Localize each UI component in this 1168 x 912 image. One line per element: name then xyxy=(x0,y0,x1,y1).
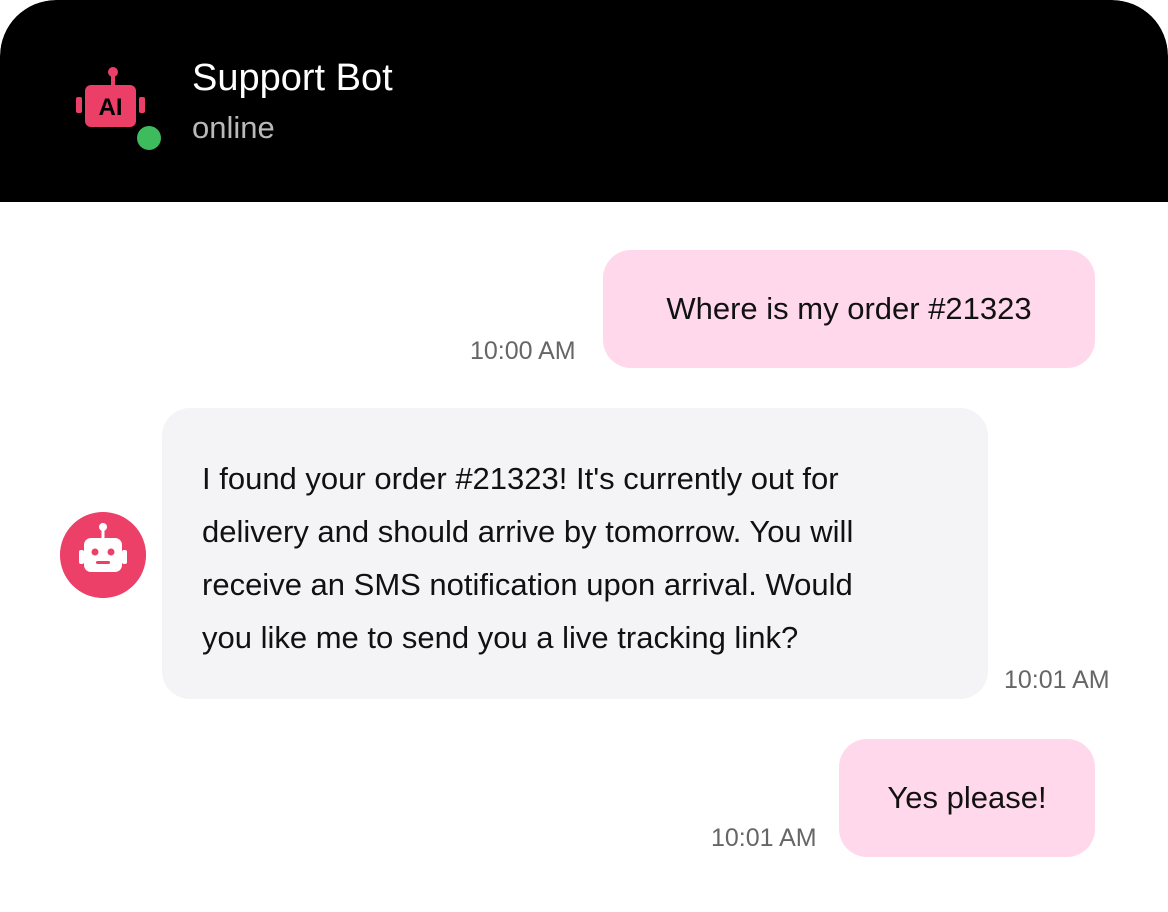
chat-header: AI Support Bot online xyxy=(0,0,1168,202)
message-timestamp: 10:01 AM xyxy=(1004,666,1110,694)
bot-status: online xyxy=(192,110,275,145)
bot-avatar-icon xyxy=(60,512,146,598)
user-message-bubble: Where is my order #21323 xyxy=(603,250,1095,368)
message-line: you like me to send you a live tracking … xyxy=(202,620,799,655)
chat-window: AI Support Bot online Where is my order … xyxy=(0,0,1168,912)
message-line: delivery and should arrive by tomorrow. … xyxy=(202,514,854,549)
message-timestamp: 10:00 AM xyxy=(470,337,576,365)
message-text: Yes please! xyxy=(887,780,1047,815)
message-line: I found your order #21323! It's currentl… xyxy=(202,461,839,496)
bot-message-bubble: I found your order #21323! It's currentl… xyxy=(162,408,988,699)
bot-name: Support Bot xyxy=(192,57,393,99)
user-message-bubble: Yes please! xyxy=(839,739,1095,857)
online-status-dot xyxy=(137,126,161,150)
message-list[interactable]: Where is my order #21323 10:00 AM I foun… xyxy=(0,202,1168,912)
message-timestamp: 10:01 AM xyxy=(711,824,817,852)
message-line: receive an SMS notification upon arrival… xyxy=(202,567,853,602)
message-text: Where is my order #21323 xyxy=(666,291,1032,326)
avatar-text: AI xyxy=(99,94,123,121)
